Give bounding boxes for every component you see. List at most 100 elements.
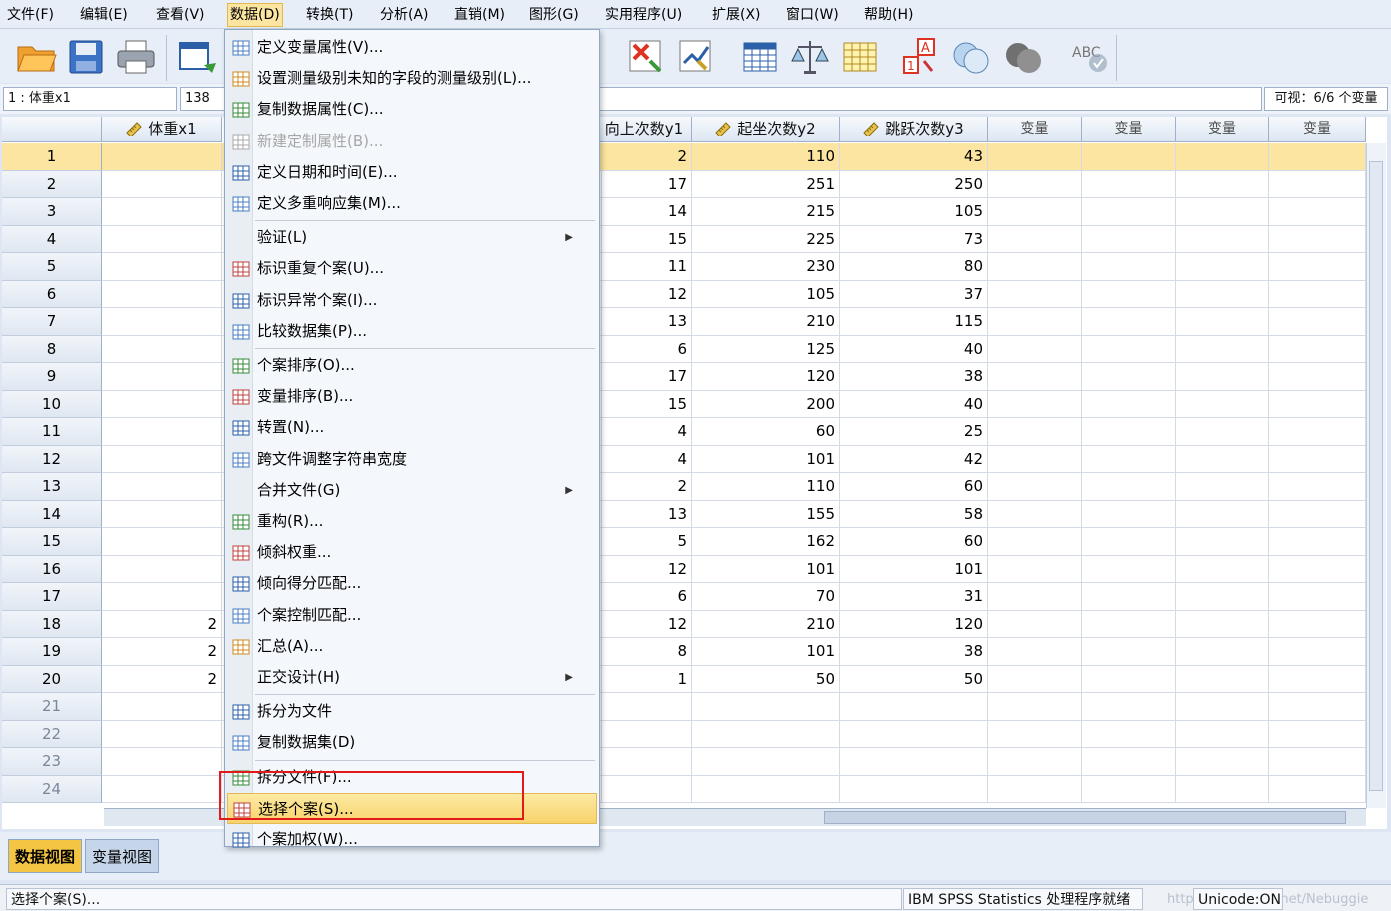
table-cell[interactable]: 215 [692, 198, 840, 226]
tab-variable-view[interactable]: 变量视图 [85, 839, 160, 873]
table-cell[interactable] [1269, 418, 1366, 446]
split-file-icon[interactable]: A1 [900, 35, 944, 79]
table-cell[interactable]: 37 [840, 280, 988, 308]
row-number[interactable]: 21 [2, 693, 102, 721]
table-cell[interactable] [1269, 198, 1366, 226]
table-cell[interactable] [102, 198, 222, 226]
table-cell[interactable] [692, 775, 840, 803]
table-cell[interactable] [840, 748, 988, 776]
table-cell[interactable]: 50 [840, 665, 988, 693]
column-header[interactable]: 跳跃次数y3 [840, 117, 988, 142]
table-cell[interactable] [102, 583, 222, 611]
table-cell[interactable] [1176, 335, 1269, 363]
table-cell[interactable] [840, 720, 988, 748]
table-cell[interactable] [988, 225, 1082, 253]
goto-case-icon[interactable] [624, 35, 668, 79]
table-cell[interactable]: 8 [597, 638, 692, 666]
table-cell[interactable]: 6 [597, 583, 692, 611]
menu-utilities[interactable]: 实用程序(U) [603, 3, 684, 27]
table-cell[interactable] [1176, 390, 1269, 418]
table-cell[interactable] [1176, 528, 1269, 556]
table-cell[interactable] [102, 253, 222, 281]
table-cell[interactable] [1176, 665, 1269, 693]
table-cell[interactable] [988, 198, 1082, 226]
vertical-scroll-thumb[interactable] [1369, 161, 1383, 791]
table-cell[interactable]: 50 [692, 665, 840, 693]
row-number[interactable]: 8 [2, 335, 102, 363]
table-cell[interactable] [102, 445, 222, 473]
table-cell[interactable]: 58 [840, 500, 988, 528]
table-cell[interactable] [1082, 170, 1176, 198]
menu-item[interactable]: 设置测量级别未知的字段的测量级别(L)... [227, 63, 597, 94]
menu-item[interactable]: 转置(N)... [227, 412, 597, 443]
table-cell[interactable] [988, 390, 1082, 418]
table-cell[interactable] [102, 363, 222, 391]
table-cell[interactable] [1082, 418, 1176, 446]
menu-item[interactable]: 定义日期和时间(E)... [227, 157, 597, 188]
table-cell[interactable] [988, 555, 1082, 583]
menu-item[interactable]: 倾斜权重... [227, 537, 597, 568]
table-cell[interactable] [988, 445, 1082, 473]
menu-item[interactable]: 变量排序(B)... [227, 381, 597, 412]
table-cell[interactable] [1082, 610, 1176, 638]
table-cell[interactable] [102, 390, 222, 418]
menu-item[interactable]: 标识重复个案(U)... [227, 253, 597, 284]
table-cell[interactable] [988, 748, 1082, 776]
table-cell[interactable]: 4 [597, 445, 692, 473]
table-cell[interactable] [1176, 775, 1269, 803]
row-number[interactable]: 18 [2, 610, 102, 638]
table-cell[interactable] [1082, 253, 1176, 281]
table-cell[interactable] [988, 308, 1082, 336]
table-cell[interactable] [1082, 528, 1176, 556]
horizontal-scroll-thumb[interactable] [824, 811, 1346, 824]
table-cell[interactable] [1176, 280, 1269, 308]
table-cell[interactable]: 101 [692, 445, 840, 473]
table-cell[interactable]: 210 [692, 308, 840, 336]
table-cell[interactable] [988, 693, 1082, 721]
dialog-recall-icon[interactable] [176, 35, 220, 79]
table-cell[interactable] [988, 473, 1082, 501]
insert-cases-icon[interactable] [838, 35, 882, 79]
table-cell[interactable] [988, 720, 1082, 748]
table-cell[interactable] [102, 473, 222, 501]
menu-item[interactable]: 拆分为文件 [227, 696, 597, 727]
table-cell[interactable] [597, 748, 692, 776]
row-number[interactable]: 2 [2, 170, 102, 198]
table-cell[interactable] [1082, 280, 1176, 308]
table-cell[interactable] [840, 775, 988, 803]
table-cell[interactable]: 12 [597, 555, 692, 583]
row-number[interactable]: 12 [2, 445, 102, 473]
row-number[interactable]: 24 [2, 775, 102, 803]
table-cell[interactable]: 105 [840, 198, 988, 226]
menu-item[interactable]: 个案控制匹配... [227, 600, 597, 631]
column-header[interactable]: 向上次数y1 [597, 117, 692, 142]
table-cell[interactable]: 12 [597, 280, 692, 308]
table-cell[interactable]: 105 [692, 280, 840, 308]
table-cell[interactable]: 15 [597, 390, 692, 418]
select-cases-icon[interactable] [1002, 35, 1046, 79]
table-cell[interactable] [1269, 638, 1366, 666]
table-cell[interactable]: 60 [840, 528, 988, 556]
table-cell[interactable] [988, 610, 1082, 638]
table-cell[interactable] [1082, 363, 1176, 391]
table-cell[interactable] [1269, 720, 1366, 748]
table-cell[interactable] [1269, 143, 1366, 171]
table-cell[interactable]: 15 [597, 225, 692, 253]
table-cell[interactable] [1082, 445, 1176, 473]
table-cell[interactable] [988, 170, 1082, 198]
table-cell[interactable] [1269, 363, 1366, 391]
table-cell[interactable] [1269, 555, 1366, 583]
run-descriptives-icon[interactable] [738, 35, 782, 79]
table-cell[interactable] [1176, 638, 1269, 666]
variables-icon[interactable] [674, 35, 718, 79]
table-cell[interactable] [1269, 583, 1366, 611]
table-cell[interactable] [102, 693, 222, 721]
table-cell[interactable] [1176, 720, 1269, 748]
menu-item[interactable]: 复制数据集(D) [227, 727, 597, 758]
menu-item[interactable]: 定义变量属性(V)... [227, 32, 597, 63]
open-folder-icon[interactable] [14, 35, 58, 79]
table-cell[interactable] [1082, 198, 1176, 226]
menu-direct-marketing[interactable]: 直销(M) [452, 3, 507, 27]
table-cell[interactable]: 60 [692, 418, 840, 446]
row-number[interactable]: 19 [2, 638, 102, 666]
